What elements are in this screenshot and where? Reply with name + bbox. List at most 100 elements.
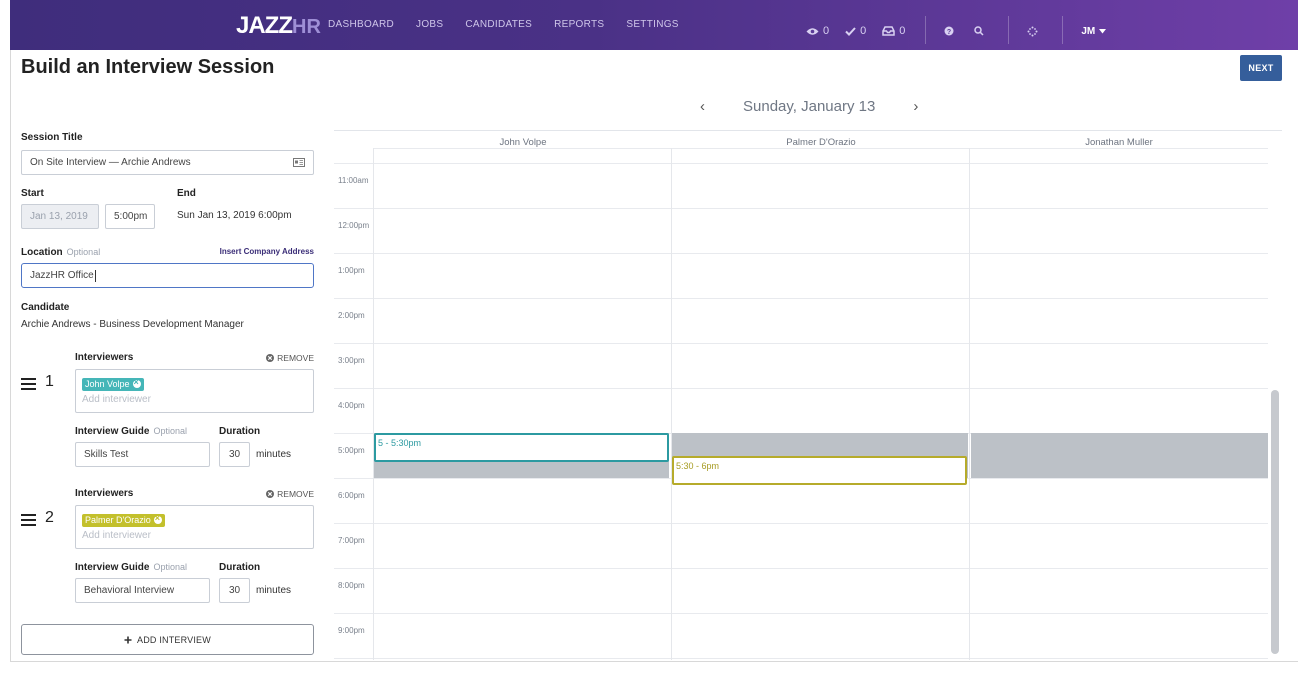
- chip-remove-icon[interactable]: [153, 513, 162, 524]
- hour-line: [334, 658, 1268, 659]
- hour-label: 7:00pm: [338, 536, 365, 545]
- menu-item-dashboard[interactable]: DASHBOARD: [328, 19, 394, 30]
- checks-stat[interactable]: 0: [845, 25, 866, 37]
- caret-down-icon: [1099, 28, 1107, 33]
- interviewer-chip-name: John Volpe: [85, 379, 130, 389]
- duration-value: 30: [228, 585, 241, 596]
- add-interviewer-placeholder: Add interviewer: [82, 394, 151, 405]
- menu-item-settings[interactable]: SETTINGS: [626, 19, 678, 30]
- insert-company-address-link[interactable]: Insert Company Address: [220, 247, 314, 256]
- hour-label: 1:00pm: [338, 266, 365, 275]
- hour-label: 9:00pm: [338, 626, 365, 635]
- interview-number: 1: [45, 373, 54, 390]
- interview-guide-value: Skills Test: [84, 449, 129, 460]
- next-day-button[interactable]: ›: [913, 98, 918, 115]
- interviewer-chip-name: Palmer D'Orazio: [85, 515, 151, 525]
- session-title-value: On Site Interview — Archie Andrews: [30, 157, 191, 168]
- start-time-value: 5:00pm: [114, 211, 148, 222]
- remove-circle-icon: [266, 354, 275, 362]
- help-icon: ?: [944, 26, 954, 36]
- menu-item-reports[interactable]: REPORTS: [554, 19, 604, 30]
- session-title-input[interactable]: On Site Interview — Archie Andrews: [21, 150, 314, 175]
- interview-guide-label-text: Interview Guide: [75, 426, 150, 437]
- header-divider: [374, 148, 1268, 149]
- apps-grid-icon: [1027, 26, 1038, 36]
- nav-divider: [925, 16, 927, 44]
- calendar-column-headers: John Volpe Palmer D'Orazio Jonathan Mull…: [374, 130, 1268, 149]
- main-menu: DASHBOARD JOBS CANDIDATES REPORTS SETTIN…: [328, 19, 701, 30]
- minutes-label: minutes: [256, 585, 292, 596]
- column-header-palmer-dorazio: Palmer D'Orazio: [786, 137, 856, 148]
- hour-line: [334, 208, 1268, 209]
- scrollbar-thumb[interactable]: [1271, 390, 1279, 654]
- hour-line: [334, 613, 1268, 614]
- menu-item-jobs[interactable]: JOBS: [416, 19, 443, 30]
- remove-interview-1-button[interactable]: REMOVE: [266, 353, 314, 363]
- candidate-label: Candidate: [21, 302, 70, 313]
- location-value: JazzHR Office: [30, 270, 94, 281]
- logo-main: JAZZ: [236, 12, 293, 39]
- interviewer-chip[interactable]: Palmer D'Orazio: [82, 513, 165, 527]
- start-time-input[interactable]: 5:00pm: [105, 204, 155, 229]
- drag-handle-icon[interactable]: [21, 514, 36, 529]
- remove-interview-2-button[interactable]: REMOVE: [266, 489, 314, 499]
- eye-icon: [806, 27, 819, 35]
- duration-input-1[interactable]: 30: [219, 442, 250, 467]
- jazzhr-logo[interactable]: JAZZHR: [236, 12, 321, 40]
- duration-label: Duration: [219, 426, 261, 437]
- nav-divider: [1062, 16, 1064, 44]
- interview-guide-optional-hint: Optional: [153, 426, 187, 436]
- page-frame-left: [10, 50, 11, 662]
- hour-line: [334, 163, 1268, 164]
- add-interview-label: ADD INTERVIEW: [137, 634, 211, 645]
- interviewer-chip[interactable]: John Volpe: [82, 377, 144, 391]
- next-button[interactable]: NEXT: [1240, 55, 1282, 81]
- interview-guide-label-text: Interview Guide: [75, 562, 150, 573]
- location-input[interactable]: JazzHR Office: [21, 263, 314, 288]
- hour-label: 4:00pm: [338, 401, 365, 410]
- hour-line: [334, 298, 1268, 299]
- interviewers-field-1[interactable]: John Volpe Add interviewer: [75, 369, 314, 413]
- interview-guide-input-2[interactable]: Behavioral Interview: [75, 578, 210, 603]
- apps-button[interactable]: [1027, 26, 1042, 37]
- inbox-count: 0: [899, 25, 906, 37]
- remove-label: REMOVE: [277, 489, 314, 499]
- duration-label: Duration: [219, 562, 261, 573]
- interview-guide-input-1[interactable]: Skills Test: [75, 442, 210, 467]
- prev-day-button[interactable]: ‹: [700, 98, 705, 115]
- user-menu[interactable]: JM: [1081, 26, 1107, 37]
- time-gutter-divider: [373, 148, 374, 660]
- duration-input-2[interactable]: 30: [219, 578, 250, 603]
- search-icon: [974, 26, 984, 36]
- start-label: Start: [21, 188, 44, 199]
- id-card-icon: [293, 158, 305, 167]
- help-button[interactable]: ?: [944, 26, 958, 36]
- hour-label: 8:00pm: [338, 581, 365, 590]
- remove-label: REMOVE: [277, 353, 314, 363]
- column-header-jonathan-muller: Jonathan Muller: [1085, 137, 1153, 148]
- views-count: 0: [823, 25, 830, 37]
- interview-guide-label: Interview Guide Optional: [75, 562, 187, 573]
- hour-line: [334, 253, 1268, 254]
- hour-label: 12:00pm: [338, 221, 370, 230]
- page-frame-bottom: [10, 661, 1298, 662]
- interviewers-field-2[interactable]: Palmer D'Orazio Add interviewer: [75, 505, 314, 549]
- calendar-scrollbar[interactable]: [1269, 148, 1281, 660]
- search-button[interactable]: [974, 26, 988, 36]
- start-date-input[interactable]: Jan 13, 2019: [21, 204, 99, 229]
- event-john-volpe[interactable]: 5 - 5:30pm: [374, 433, 669, 462]
- event-palmer-dorazio[interactable]: 5:30 - 6pm: [672, 456, 967, 485]
- start-date-value: Jan 13, 2019: [30, 211, 88, 222]
- add-interview-button[interactable]: ADD INTERVIEW: [21, 624, 314, 655]
- interviewers-label: Interviewers: [75, 488, 134, 499]
- views-stat[interactable]: 0: [806, 25, 829, 37]
- text-cursor: [94, 269, 96, 282]
- location-label-text: Location: [21, 247, 63, 258]
- inbox-stat[interactable]: 0: [882, 25, 905, 37]
- chip-remove-icon[interactable]: [132, 377, 141, 388]
- session-title-label: Session Title: [21, 132, 83, 143]
- interview-guide-label: Interview Guide Optional: [75, 426, 187, 437]
- drag-handle-icon[interactable]: [21, 378, 36, 393]
- menu-item-candidates[interactable]: CANDIDATES: [465, 19, 532, 30]
- duration-value: 30: [228, 449, 241, 460]
